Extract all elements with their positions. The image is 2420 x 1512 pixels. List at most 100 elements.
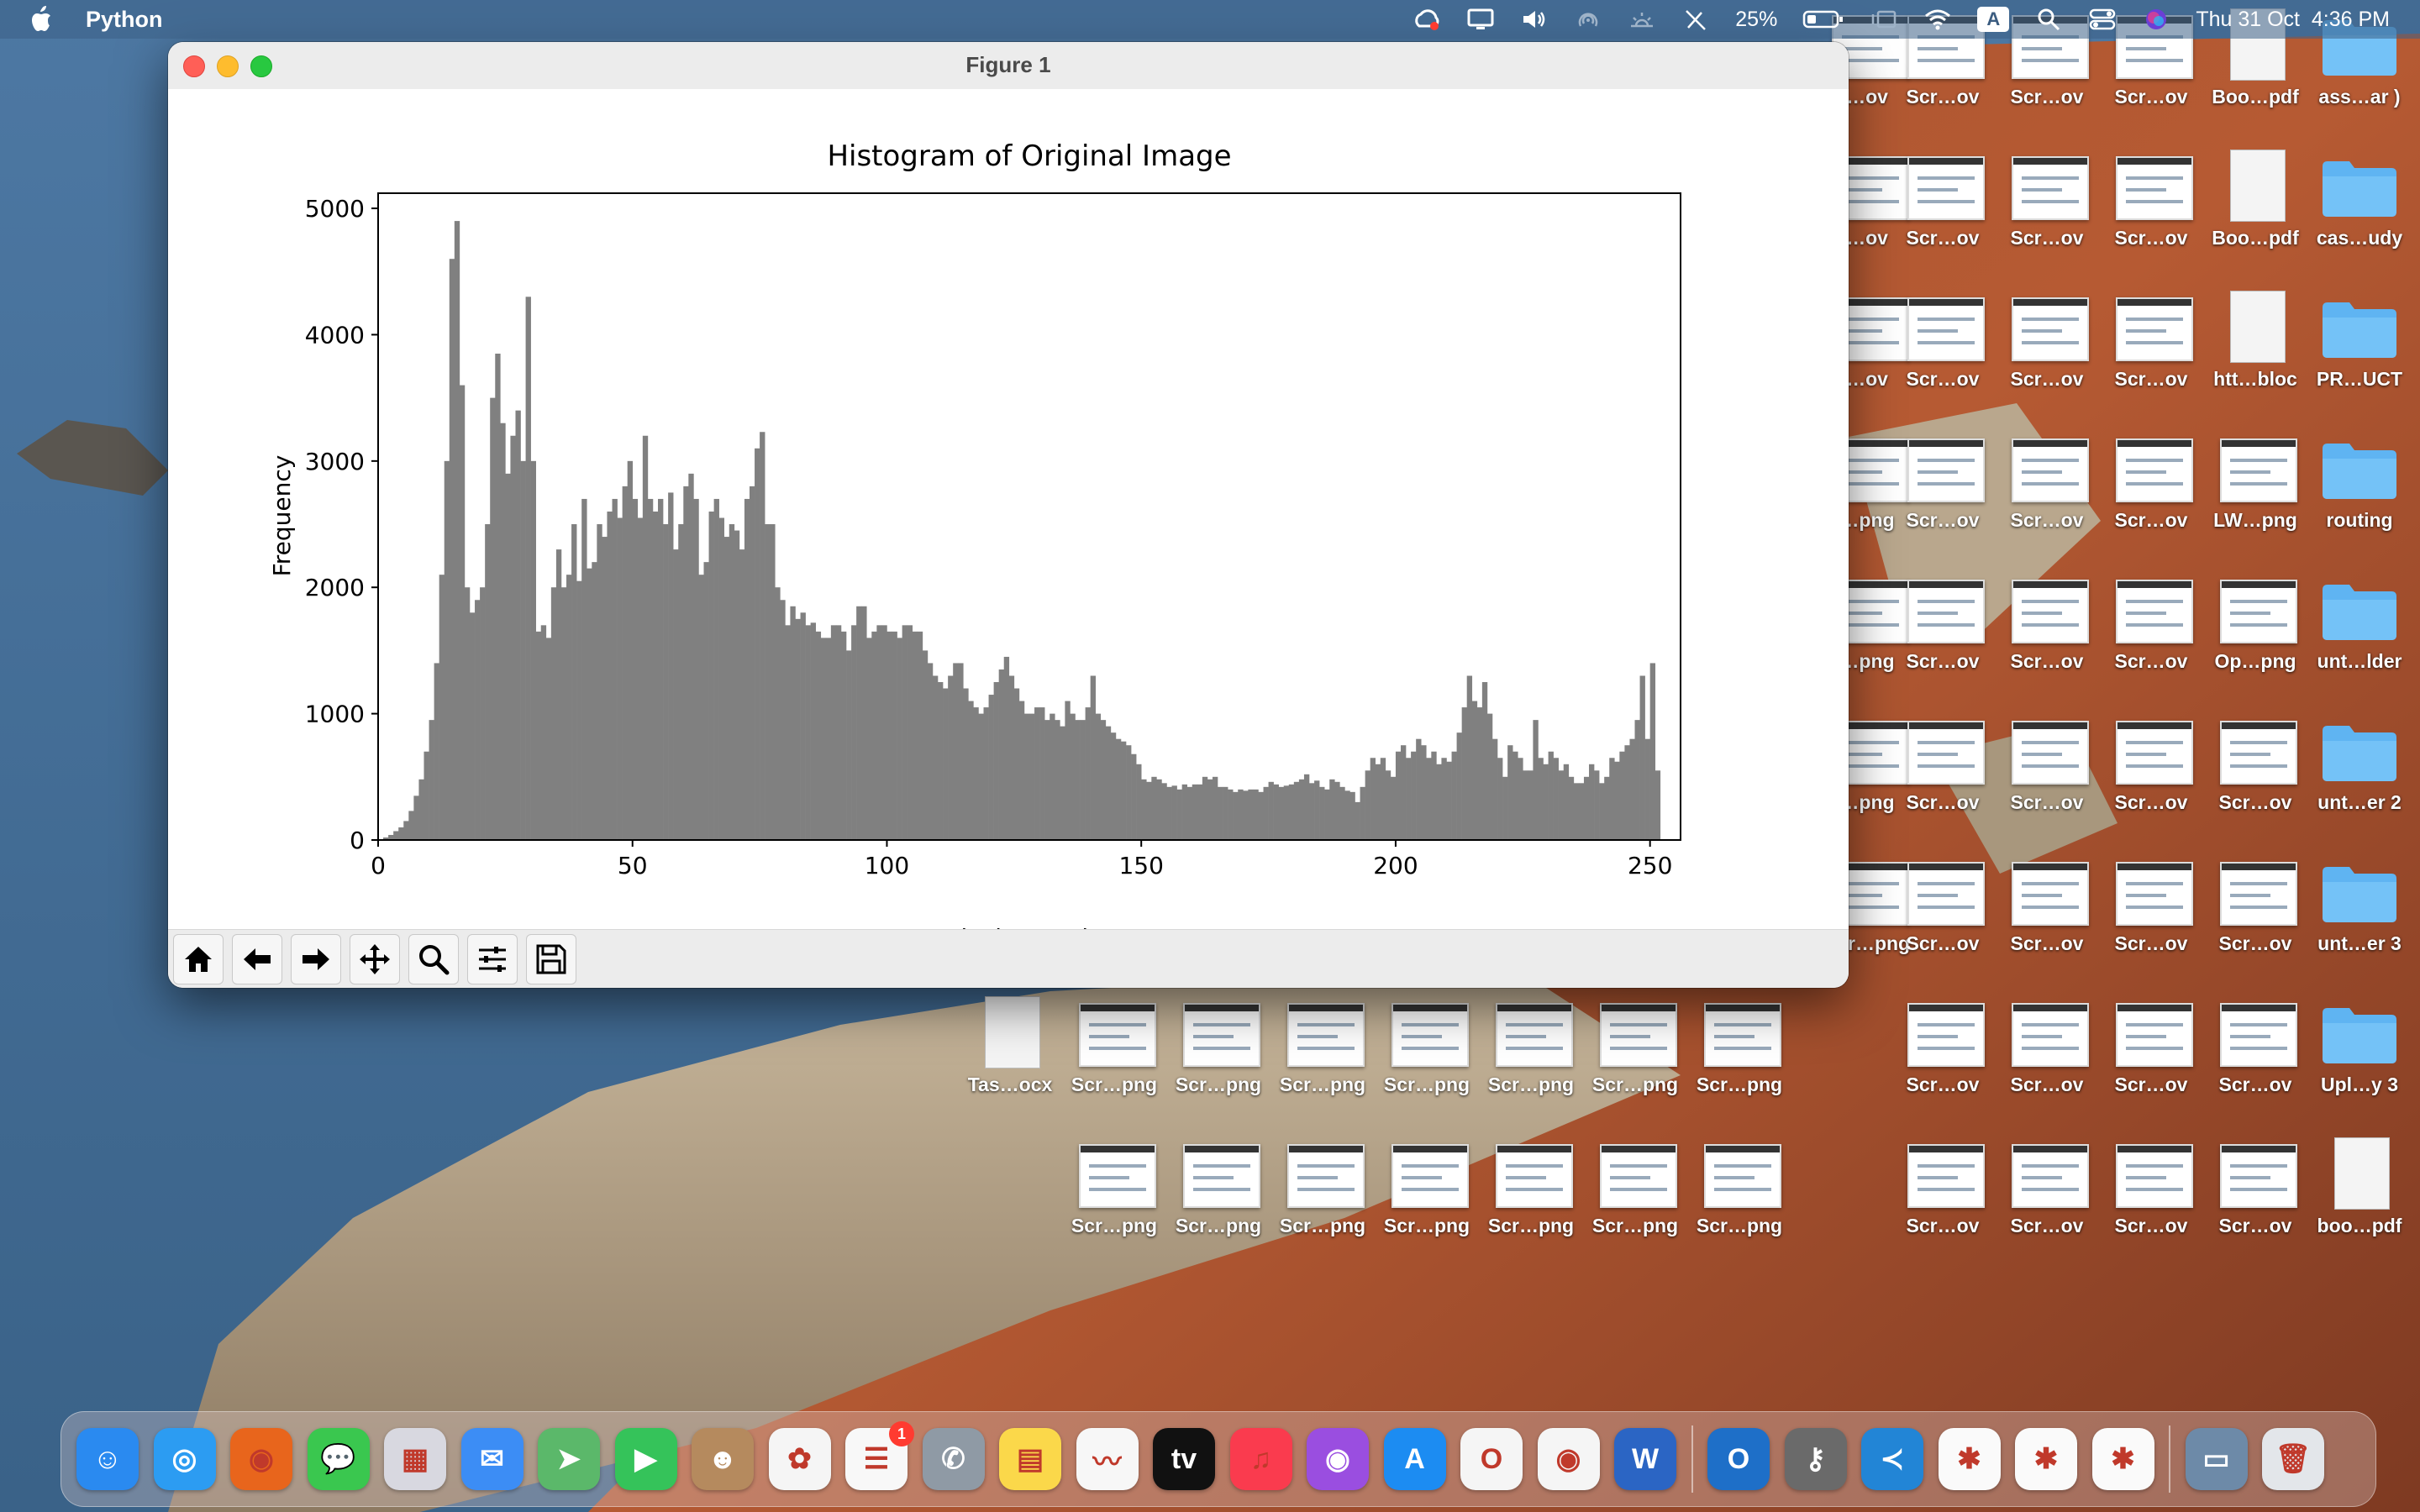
forward-button[interactable] [291, 934, 341, 984]
desktop-file[interactable]: Scr…ov [1995, 423, 2099, 558]
pinwheel-app-2-icon[interactable]: ✱ [2015, 1428, 2077, 1490]
stage-manager-icon[interactable] [1870, 7, 1898, 32]
finder-icon[interactable]: ☺ [76, 1428, 139, 1490]
desktop-file[interactable]: Scr…ov [1891, 988, 1995, 1122]
opera-icon[interactable]: O [1460, 1428, 1523, 1490]
desktop-file[interactable]: Scr…ov [1995, 564, 2099, 699]
contacts-icon[interactable]: ☻ [692, 1428, 754, 1490]
trash-icon[interactable]: 🗑 [2262, 1428, 2324, 1490]
save-figure-button[interactable] [526, 934, 576, 984]
desktop-file[interactable]: Scr…ov [1995, 141, 2099, 276]
display-icon[interactable] [1466, 7, 1495, 32]
desktop-folder[interactable]: unt…er 2 [2307, 706, 2412, 840]
apple-menu-icon[interactable] [30, 5, 55, 34]
desktop-file[interactable]: Scr…png [1062, 1129, 1166, 1263]
pen-off-icon[interactable] [1681, 7, 1710, 32]
vscode-icon[interactable]: ≺ [1861, 1428, 1923, 1490]
desktop-folder[interactable]: Upl…y 3 [2307, 988, 2412, 1122]
desktop-file[interactable]: Scr…ov [1891, 141, 1995, 276]
desktop-file[interactable]: Scr…ov [1891, 423, 1995, 558]
safari-icon[interactable]: ◎ [153, 1428, 216, 1490]
desktop-file[interactable]: Scr…png [1375, 1129, 1479, 1263]
desktop-file[interactable]: Boo…pdf [2203, 141, 2307, 276]
desktop-file[interactable]: Scr…ov [2203, 1129, 2307, 1263]
desktop-file[interactable]: Scr…ov [1891, 706, 1995, 840]
appletv-icon[interactable]: tv [1153, 1428, 1215, 1490]
pinwheel-app-3-icon[interactable]: ✱ [2091, 1428, 2154, 1490]
desktop-file[interactable]: Scr…ov [2099, 988, 2203, 1122]
spotlight-search-icon[interactable] [2034, 7, 2063, 32]
messages-icon[interactable]: 💬 [307, 1428, 370, 1490]
downloads-stack-icon[interactable]: ▭ [2185, 1428, 2248, 1490]
active-app-menu[interactable]: Python [86, 7, 163, 33]
facetime-icon[interactable]: ▶ [614, 1428, 677, 1490]
photos-icon[interactable]: ✿ [768, 1428, 831, 1490]
keychain-icon[interactable]: ⚷ [1784, 1428, 1847, 1490]
desktop-file[interactable]: Scr…ov [2099, 706, 2203, 840]
desktop-file[interactable]: Scr…ov [1995, 706, 2099, 840]
desktop-file[interactable]: Scr…png [1687, 1129, 1791, 1263]
desktop-file[interactable]: Scr…ov [2099, 282, 2203, 417]
desktop-file[interactable]: Scr…ov [2099, 141, 2203, 276]
desktop-file[interactable]: Scr…ov [1995, 847, 2099, 981]
figure-canvas[interactable]: Histogram of Original Image 0 50 100 150 200… [168, 89, 1849, 971]
whatsapp-icon[interactable]: ✆ [922, 1428, 985, 1490]
desktop-file[interactable]: Scr…ov [1891, 282, 1995, 417]
battery-icon[interactable] [1802, 7, 1844, 32]
desktop-file[interactable]: Scr…ov [2203, 847, 2307, 981]
pan-button[interactable] [350, 934, 400, 984]
maps-icon[interactable]: ➤ [538, 1428, 600, 1490]
appstore-icon[interactable]: A [1383, 1428, 1446, 1490]
desktop-folder[interactable]: routing [2307, 423, 2412, 558]
desktop-file[interactable]: Scr…ov [1891, 1129, 1995, 1263]
desktop-file[interactable]: Scr…ov [1995, 282, 2099, 417]
launchpad-icon[interactable]: ▦ [384, 1428, 446, 1490]
desktop-file[interactable]: Scr…ov [2099, 847, 2203, 981]
freeform-icon[interactable]: 〰 [1076, 1428, 1139, 1490]
desktop-folder[interactable]: cas…udy [2307, 141, 2412, 276]
desktop-file[interactable]: Tas…ocx [958, 988, 1062, 1122]
desktop-file[interactable]: Scr…ov [1891, 564, 1995, 699]
desktop-file[interactable]: Scr…png [1270, 988, 1375, 1122]
desktop-file[interactable]: LW…png [2203, 423, 2307, 558]
outlook-icon[interactable]: O [1707, 1428, 1770, 1490]
control-center-icon[interactable] [2088, 7, 2117, 32]
desktop-folder[interactable]: unt…lder [2307, 564, 2412, 699]
brightness-icon[interactable] [1628, 7, 1656, 32]
desktop-file[interactable]: Scr…ov [2099, 423, 2203, 558]
word-icon[interactable]: W [1614, 1428, 1676, 1490]
configure-subplots-button[interactable] [467, 934, 518, 984]
desktop-folder[interactable]: PR…UCT [2307, 282, 2412, 417]
desktop-file[interactable]: htt…bloc [2203, 282, 2307, 417]
notes-icon[interactable]: ▤ [999, 1428, 1061, 1490]
desktop-file[interactable]: Scr…png [1166, 988, 1270, 1122]
creative-cloud-icon[interactable] [1413, 7, 1441, 32]
figure-window[interactable]: Figure 1 Histogram of Original Image 0 50… [168, 42, 1849, 988]
desktop-file[interactable]: Scr…ov [1891, 847, 1995, 981]
desktop-file[interactable]: Scr…png [1479, 1129, 1583, 1263]
clock-datetime[interactable]: Thu 31 Oct 4:36 PM [2196, 8, 2390, 32]
desktop-file[interactable]: Scr…ov [1995, 1129, 2099, 1263]
input-source-indicator[interactable]: A [1977, 7, 2010, 32]
desktop-file[interactable]: Scr…png [1166, 1129, 1270, 1263]
desktop-file[interactable]: Scr…ov [2203, 706, 2307, 840]
music-icon[interactable]: ♫ [1229, 1428, 1292, 1490]
zoom-button[interactable] [408, 934, 459, 984]
back-button[interactable] [232, 934, 282, 984]
siri-icon[interactable] [2142, 7, 2170, 32]
desktop-file[interactable]: Scr…png [1687, 988, 1791, 1122]
firefox-icon[interactable]: ◉ [230, 1428, 292, 1490]
desktop-file[interactable]: Scr…png [1270, 1129, 1375, 1263]
desktop-file[interactable]: Scr…png [1583, 1129, 1687, 1263]
desktop-file[interactable]: Scr…png [1479, 988, 1583, 1122]
mail-icon[interactable]: ✉ [460, 1428, 523, 1490]
pinwheel-app-1-icon[interactable]: ✱ [1938, 1428, 2001, 1490]
desktop-file[interactable]: boo…pdf [2307, 1129, 2412, 1263]
desktop-file[interactable]: Op…png [2203, 564, 2307, 699]
desktop-file[interactable]: Scr…png [1375, 988, 1479, 1122]
desktop-file[interactable]: Scr…ov [2099, 1129, 2203, 1263]
desktop-file[interactable]: Scr…ov [2203, 988, 2307, 1122]
reminders-icon[interactable]: ☰ 1 [845, 1421, 914, 1490]
window-titlebar[interactable]: Figure 1 [168, 42, 1849, 90]
desktop-file[interactable]: Scr…ov [2099, 564, 2203, 699]
